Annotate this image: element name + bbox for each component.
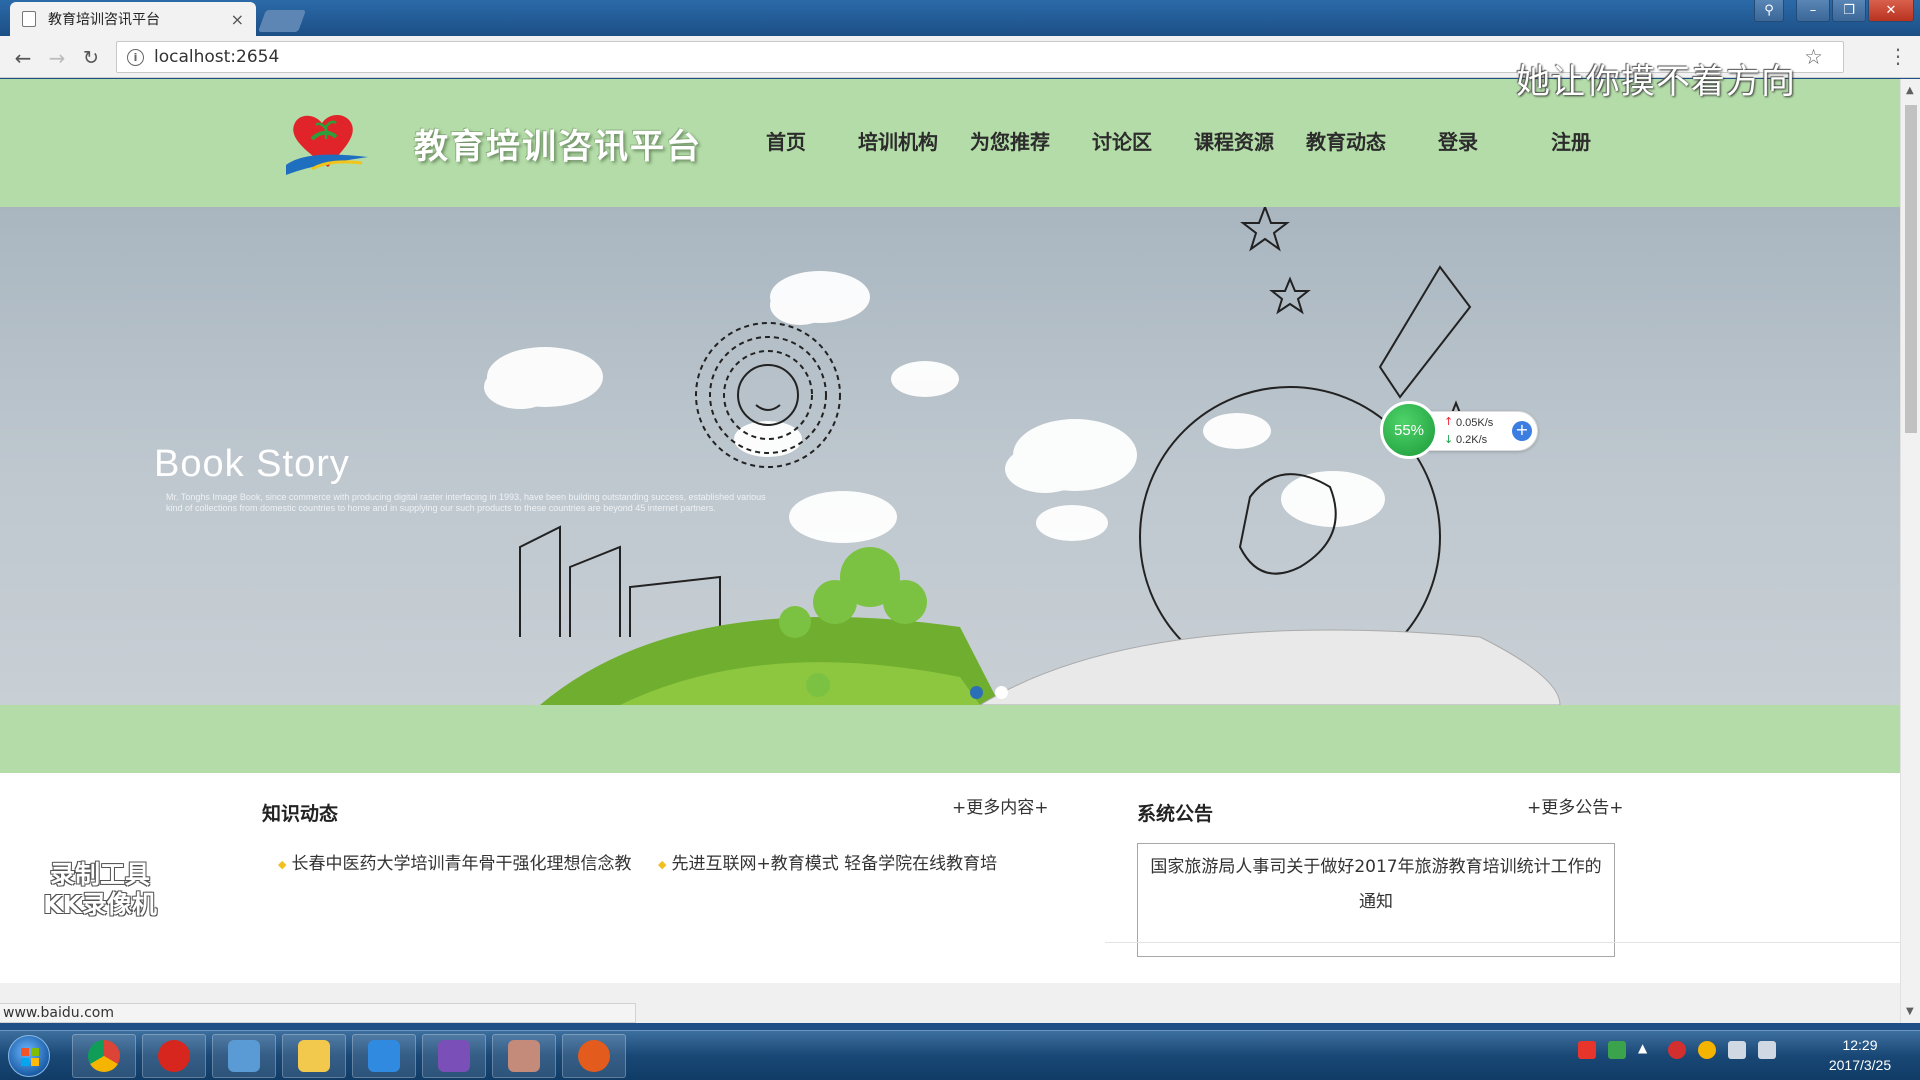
knowledge-item-1[interactable]: ◆ 长春中医药大学培训青年骨干强化理想信念教	[278, 849, 631, 874]
nav-news[interactable]: 教育动态	[1290, 126, 1402, 155]
site-logo[interactable]	[282, 109, 374, 179]
qq-icon[interactable]	[1698, 1041, 1716, 1059]
knowledge-item-2[interactable]: ◆ 先进互联网+教育模式 轻备学院在线教育培	[658, 849, 997, 874]
nav-institutions[interactable]: 培训机构	[842, 126, 954, 155]
carousel-dot-2[interactable]	[995, 686, 1008, 699]
volume-icon[interactable]	[1758, 1041, 1776, 1059]
scroll-up-icon[interactable]: ▲	[1906, 85, 1914, 96]
nav-home[interactable]: 首页	[730, 126, 842, 155]
close-window-button[interactable]: ✕	[1868, 0, 1914, 22]
notice-section-title: 系统公告	[1137, 803, 1214, 825]
scrollbar-thumb[interactable]	[1905, 105, 1917, 433]
banner-carousel[interactable]: Book Story Mr. Tonghs Image Book, since …	[0, 207, 1900, 705]
knowledge-section-title: 知识动态	[262, 803, 339, 825]
reload-icon[interactable]: ↻	[78, 45, 104, 71]
wps-writer-icon[interactable]	[352, 1034, 416, 1078]
minimize-button[interactable]: –	[1796, 0, 1830, 22]
nav-recommend[interactable]: 为您推荐	[954, 126, 1066, 155]
nav-courses[interactable]: 课程资源	[1178, 126, 1290, 155]
network-speed-widget[interactable]: 55% ↑ 0.05K/s ↓ 0.2K/s +	[1380, 401, 1542, 459]
new-tab-button[interactable]	[257, 10, 307, 32]
nav-login[interactable]: 登录	[1402, 126, 1514, 155]
nav-register[interactable]: 注册	[1514, 126, 1628, 155]
green-divider-band	[0, 705, 1900, 773]
upload-speed: 0.05K/s	[1456, 417, 1494, 429]
site-title: 教育培训咨讯平台	[414, 127, 702, 167]
forward-arrow-icon[interactable]: →	[44, 45, 70, 71]
knowledge-item-text: 长春中医药大学培训青年骨干强化理想信念教	[291, 854, 632, 874]
chrome-icon[interactable]	[72, 1034, 136, 1078]
vertical-scrollbar[interactable]: ▲ ▼	[1900, 79, 1920, 1023]
browser-titlebar: 教育培训咨讯平台 × ⚲ – ❐ ✕	[0, 0, 1920, 36]
network-icon[interactable]	[1728, 1041, 1746, 1059]
page-icon	[22, 11, 36, 27]
user-icon[interactable]: ⚲	[1754, 0, 1784, 22]
nav-forum[interactable]: 讨论区	[1066, 126, 1178, 155]
upload-arrow-icon: ↑	[1444, 415, 1454, 428]
recorder-watermark-line2: KK录像机	[43, 890, 157, 919]
security-icon[interactable]	[1668, 1041, 1686, 1059]
carousel-dot-1[interactable]	[970, 686, 983, 699]
page-viewport: 教育培训咨讯平台 首页 培训机构 为您推荐 讨论区 课程资源 教育动态 登录 注…	[0, 79, 1900, 1023]
show-hidden-icons-icon[interactable]: ▲	[1638, 1041, 1656, 1059]
bookmark-star-icon[interactable]: ☆	[1804, 45, 1823, 69]
download-speed: 0.2K/s	[1456, 434, 1488, 446]
info-icon[interactable]: i	[127, 48, 144, 66]
window-controls: ⚲ – ❐ ✕	[1754, 0, 1914, 22]
status-url-bubble: www.baidu.com	[0, 1003, 636, 1023]
knowledge-more-link[interactable]: +更多内容+	[952, 793, 1049, 818]
recorder-app-icon[interactable]	[562, 1034, 626, 1078]
start-button[interactable]	[8, 1035, 50, 1077]
netease-music-icon[interactable]	[142, 1034, 206, 1078]
windows-logo-icon	[21, 1048, 39, 1066]
taskbar-clock[interactable]: 12:29 2017/3/25	[1810, 1035, 1910, 1075]
menu-dots-icon[interactable]: ⋮	[1888, 44, 1908, 68]
banner-title: Book Story	[154, 443, 350, 485]
tools-icon[interactable]	[212, 1034, 276, 1078]
url-text: localhost:2654	[154, 47, 280, 67]
download-arrow-icon: ↓	[1444, 433, 1454, 446]
lyric-overlay: 她让你摸不着方向	[1516, 62, 1796, 102]
sogou-ime-icon[interactable]	[1578, 1041, 1596, 1059]
plus-icon[interactable]: +	[1512, 421, 1532, 441]
recorder-watermark: 录制工具 KK录像机	[30, 860, 170, 920]
system-tray: ▲	[1578, 1041, 1776, 1059]
maximize-button[interactable]: ❐	[1832, 0, 1866, 22]
browser-tab[interactable]: 教育培训咨讯平台 ×	[10, 2, 256, 36]
notice-more-link[interactable]: +更多公告+	[1527, 793, 1624, 818]
memory-percent: 55%	[1380, 401, 1438, 459]
main-nav: 首页 培训机构 为您推荐 讨论区 课程资源 教育动态 登录 注册	[730, 126, 1628, 155]
tab-close-icon[interactable]: ×	[231, 10, 244, 29]
taskbar: ▲ 12:29 2017/3/25	[0, 1030, 1920, 1080]
clock-date: 2017/3/25	[1828, 1057, 1892, 1073]
recorder-watermark-line1: 录制工具	[49, 860, 150, 889]
bullet-icon: ◆	[658, 857, 667, 871]
notice-box: 国家旅游局人事司关于做好2017年旅游教育培训统计工作的通知	[1137, 843, 1615, 957]
photo-app-icon[interactable]	[492, 1034, 556, 1078]
banner-subtitle: Mr. Tonghs Image Book, since commerce wi…	[166, 492, 766, 513]
knowledge-item-text: 先进互联网+教育模式 轻备学院在线教育培	[671, 854, 998, 874]
scroll-down-icon[interactable]: ▼	[1906, 1006, 1914, 1017]
back-arrow-icon[interactable]: ←	[10, 45, 36, 71]
file-explorer-icon[interactable]	[282, 1034, 346, 1078]
tab-title: 教育培训咨讯平台	[48, 12, 160, 28]
notice-divider	[1105, 942, 1900, 943]
battery-icon[interactable]	[1608, 1041, 1626, 1059]
bullet-icon: ◆	[278, 857, 287, 871]
clock-time: 12:29	[1842, 1037, 1878, 1053]
notice-item[interactable]: 国家旅游局人事司关于做好2017年旅游教育培训统计工作的通知	[1150, 857, 1601, 912]
visual-studio-icon[interactable]	[422, 1034, 486, 1078]
